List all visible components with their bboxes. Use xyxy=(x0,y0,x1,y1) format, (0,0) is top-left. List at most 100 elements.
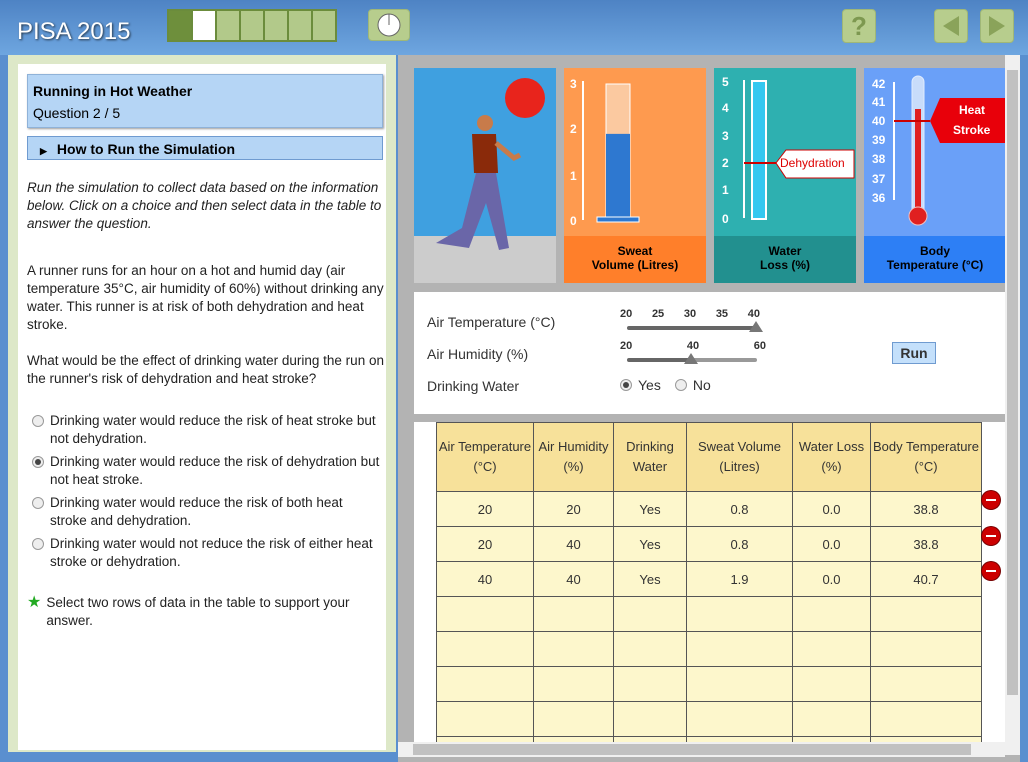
yes-label: Yes xyxy=(638,377,661,393)
option-label: Drinking water would reduce the risk of … xyxy=(50,413,376,446)
back-button[interactable] xyxy=(934,9,968,43)
air-humidity-label: Air Humidity (%) xyxy=(427,346,529,362)
table-cell: 38.8 xyxy=(870,526,982,562)
caret-right-icon: ▶ xyxy=(40,146,47,156)
table-cell xyxy=(870,666,982,702)
question-title: Running in Hot Weather xyxy=(33,83,193,99)
table-cell: 0.0 xyxy=(792,561,871,597)
table-cell xyxy=(533,631,614,667)
table-cell: 40 xyxy=(533,526,614,562)
table-cell xyxy=(686,701,793,737)
tick-label: 39 xyxy=(872,133,886,147)
tick-label: 4 xyxy=(722,101,729,115)
progress-indicator xyxy=(167,9,337,42)
radio-button[interactable] xyxy=(32,497,44,509)
run-button[interactable]: Run xyxy=(892,342,936,364)
question-header: Running in Hot Weather Question 2 / 5 xyxy=(27,74,383,128)
table-cell xyxy=(533,701,614,737)
table-cell: 1.9 xyxy=(686,561,793,597)
empty-table-row xyxy=(436,596,982,632)
no-label: No xyxy=(692,377,711,393)
table-cell xyxy=(613,666,687,702)
tick-label: 20 xyxy=(620,308,633,320)
humidity-ticks: 20 40 60 xyxy=(620,340,766,352)
gauge-label: Sweat xyxy=(617,244,653,258)
no-radio[interactable] xyxy=(674,379,687,391)
column-header: Drinking Water xyxy=(613,422,687,492)
drinking-water-options: Yes No xyxy=(620,377,711,393)
air-temperature-slider-handle[interactable] xyxy=(749,321,763,332)
table-cell: 20 xyxy=(533,491,614,527)
tick-label: 3 xyxy=(570,77,577,91)
remove-row-button[interactable] xyxy=(982,527,1000,545)
table-cell xyxy=(792,701,871,737)
next-button[interactable] xyxy=(980,9,1014,43)
task-text: Select two rows of data in the table to … xyxy=(46,595,350,628)
help-button[interactable]: ? xyxy=(842,9,876,43)
answer-option[interactable]: Drinking water would reduce the risk of … xyxy=(32,412,382,448)
tick-label: 2 xyxy=(722,156,729,170)
drinking-water-label: Drinking Water xyxy=(427,378,520,394)
question-prompt: What would be the effect of drinking wat… xyxy=(27,353,384,386)
column-header: Body Temperature (°C) xyxy=(870,422,982,492)
table-cell xyxy=(686,666,793,702)
remove-row-button[interactable] xyxy=(982,491,1000,509)
how-to-label: How to Run the Simulation xyxy=(56,141,236,157)
table-cell xyxy=(436,701,534,737)
tick-label: 36 xyxy=(872,191,886,205)
tick-label: 60 xyxy=(753,340,766,352)
table-cell: 40 xyxy=(436,561,534,597)
tick-label: 20 xyxy=(620,340,633,352)
tick-label: 40 xyxy=(747,308,760,320)
remove-row-button[interactable] xyxy=(982,562,1000,580)
table-cell: 38.8 xyxy=(870,491,982,527)
table-cell: 40.7 xyxy=(870,561,982,597)
table-cell xyxy=(436,666,534,702)
table-cell xyxy=(792,596,871,632)
answer-option[interactable]: Drinking water would not reduce the risk… xyxy=(32,535,382,571)
tick-label: 42 xyxy=(872,77,886,91)
table-row[interactable]: 20 40 Yes 0.8 0.0 38.8 xyxy=(436,526,982,562)
option-label: Drinking water would reduce the risk of … xyxy=(50,495,343,528)
horizontal-scrollbar[interactable] xyxy=(398,742,1005,757)
table-cell xyxy=(613,596,687,632)
tick-label: 35 xyxy=(715,308,729,320)
table-cell xyxy=(613,631,687,667)
tick-label: 0 xyxy=(570,214,577,228)
how-to-run-button[interactable]: ▶ How to Run the Simulation xyxy=(27,136,383,160)
tick-label: 40 xyxy=(872,114,886,128)
column-header: Air Humidity (%) xyxy=(533,422,614,492)
table-cell: 20 xyxy=(436,491,534,527)
water-loss-gauge: 5 4 3 2 1 0 Dehydration Water Loss (%) xyxy=(714,68,856,283)
table-row[interactable]: 20 20 Yes 0.8 0.0 38.8 xyxy=(436,491,982,527)
table-cell: 0.8 xyxy=(686,526,793,562)
answer-option[interactable]: Drinking water would reduce the risk of … xyxy=(32,453,382,489)
gauge-label: Loss (%) xyxy=(759,258,810,272)
table-cell xyxy=(686,596,793,632)
radio-button[interactable] xyxy=(32,538,44,550)
radio-button[interactable] xyxy=(32,415,44,427)
timer-icon[interactable] xyxy=(368,9,410,41)
table-cell: Yes xyxy=(613,561,687,597)
tick-label: 0 xyxy=(722,212,729,226)
column-header: Sweat Volume (Litres) xyxy=(686,422,793,492)
table-cell xyxy=(436,631,534,667)
answer-option[interactable]: Drinking water would reduce the risk of … xyxy=(32,494,382,530)
scenario-text: A runner runs for an hour on a hot and h… xyxy=(27,263,384,332)
heat-stroke-marker: Heat xyxy=(959,103,985,117)
table-cell: 40 xyxy=(533,561,614,597)
instructions: Run the simulation to collect data based… xyxy=(27,180,382,231)
gauge-label: Temperature (°C) xyxy=(886,258,984,272)
radio-button[interactable] xyxy=(32,456,44,468)
task-note: ★ Select two rows of data in the table to… xyxy=(27,594,377,630)
table-row[interactable]: 40 40 Yes 1.9 0.0 40.7 xyxy=(436,561,982,597)
table-cell: Yes xyxy=(613,491,687,527)
air-humidity-slider-handle[interactable] xyxy=(684,353,698,364)
vertical-scrollbar[interactable] xyxy=(1005,55,1020,755)
air-temperature-slider[interactable] xyxy=(627,326,757,330)
empty-table-row xyxy=(436,631,982,667)
yes-radio[interactable] xyxy=(620,379,632,391)
body-temperature-gauge: 42 41 40 39 38 37 36 Heat Stroke Body Temperature… xyxy=(864,68,1006,283)
heat-stroke-marker: Stroke xyxy=(953,123,991,137)
column-header: Air Temperature (°C) xyxy=(436,422,534,492)
